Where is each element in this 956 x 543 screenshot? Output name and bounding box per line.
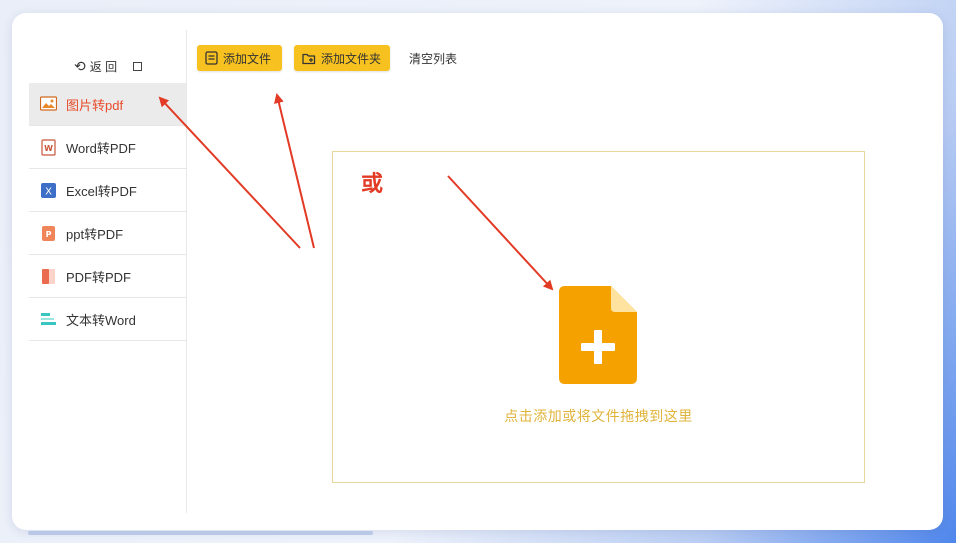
scroll-track[interactable] <box>28 531 373 535</box>
window-square-icon[interactable] <box>133 61 143 71</box>
folder-add-icon <box>302 52 316 65</box>
svg-text:X: X <box>45 186 52 197</box>
back-label: 返 回 <box>89 59 118 74</box>
sidebar-item-pdf-to-pdf[interactable]: PDF转PDF <box>29 255 186 298</box>
add-file-button[interactable]: 添加文件 <box>197 45 282 71</box>
sidebar-item-label: Excel转PDF <box>66 183 137 199</box>
word-icon: W <box>40 138 57 156</box>
sidebar-item-ppt-to-pdf[interactable]: P ppt转PDF <box>29 212 186 255</box>
excel-icon: X <box>40 182 57 199</box>
svg-text:W: W <box>44 144 53 153</box>
file-drop-zone[interactable]: 或 点击添加或将文件拖拽到这里 <box>332 151 865 483</box>
sidebar-item-excel-to-pdf[interactable]: X Excel转PDF <box>29 169 186 212</box>
pdf-icon <box>40 268 57 285</box>
sidebar-item-label: PDF转PDF <box>66 269 132 285</box>
toolbar: 添加文件 添加文件夹 清空列表 <box>197 45 457 71</box>
add-folder-label: 添加文件夹 <box>321 51 382 66</box>
sidebar-item-text-to-word[interactable]: 文本转Word <box>29 298 186 341</box>
back-button[interactable]: ⟲ 返 回 <box>74 58 143 74</box>
svg-text:P: P <box>46 230 52 239</box>
file-list-icon <box>205 51 218 65</box>
sidebar-item-word-to-pdf[interactable]: W Word转PDF <box>29 126 186 169</box>
image-icon <box>40 95 57 113</box>
clear-list-button[interactable]: 清空列表 <box>409 50 457 67</box>
add-file-label: 添加文件 <box>223 51 272 66</box>
sidebar-item-label: Word转PDF <box>66 140 136 156</box>
sidebar-item-label: 图片转pdf <box>66 97 124 113</box>
sidebar-menu: 图片转pdf W Word转PDF X Excel转PDF P ppt转PDF <box>29 83 186 341</box>
sidebar: ⟲ 返 回 图片转pdf W Word转PDF X Excel转PDF P pp… <box>29 30 187 513</box>
add-folder-button[interactable]: 添加文件夹 <box>294 45 390 71</box>
text-icon <box>40 311 57 328</box>
add-file-icon[interactable] <box>559 286 637 389</box>
arrow-to-toolbar <box>274 93 315 249</box>
sidebar-item-image-to-pdf[interactable]: 图片转pdf <box>29 83 186 126</box>
drop-hint-text: 点击添加或将文件拖拽到这里 <box>504 408 693 424</box>
sidebar-item-label: ppt转PDF <box>66 226 124 242</box>
sidebar-item-label: 文本转Word <box>66 312 136 328</box>
ppt-icon: P <box>40 225 57 242</box>
app-window: ⟲ 返 回 图片转pdf W Word转PDF X Excel转PDF P pp… <box>12 13 943 530</box>
back-arrow-icon: ⟲ <box>74 58 86 74</box>
or-annotation: 或 <box>361 172 384 197</box>
